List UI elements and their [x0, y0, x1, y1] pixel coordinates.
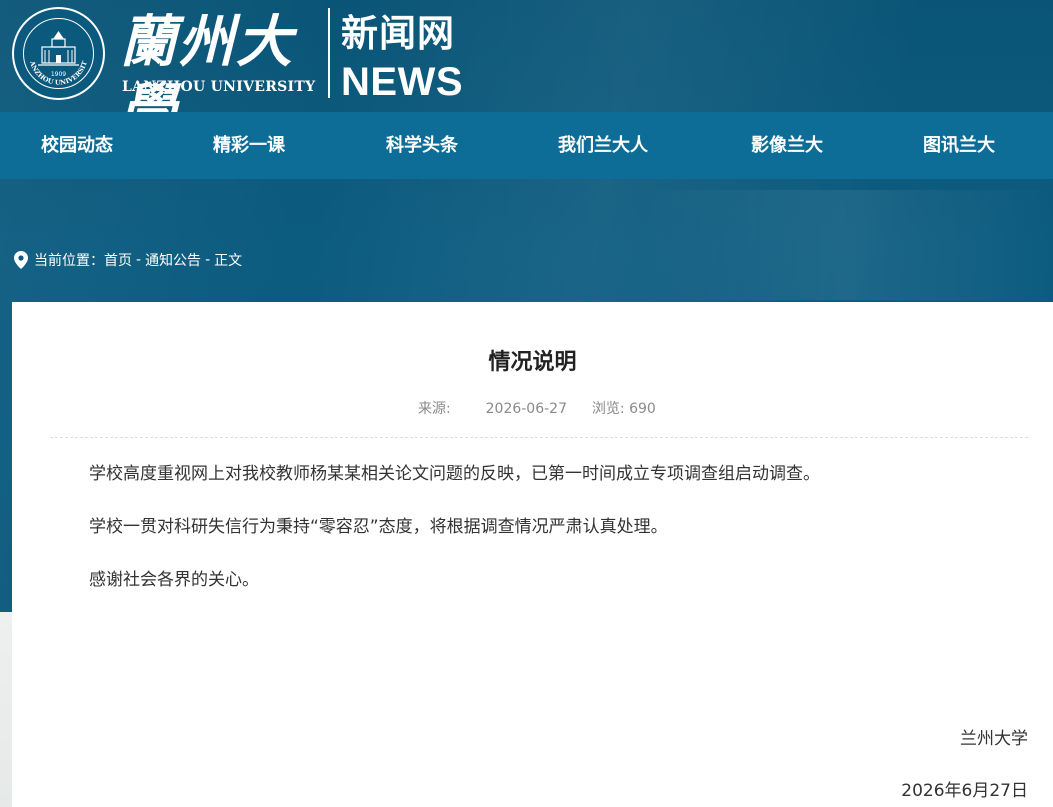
university-seal-icon[interactable]: 1909 LANZHOU UNIVERSITY [12, 7, 105, 100]
logo-divider [328, 8, 330, 98]
breadcrumb-category-link[interactable]: 通知公告 [145, 250, 201, 270]
nav-item-campus-news[interactable]: 校园动态 [41, 112, 113, 179]
site-header: 1909 LANZHOU UNIVERSITY 蘭州大學 LANZHOU UNI… [0, 0, 1053, 143]
breadcrumb: 当前位置： 首页 - 通知公告 - 正文 [14, 250, 242, 270]
article-title: 情况说明 [488, 350, 577, 375]
article-views-label: 浏览: [591, 401, 625, 417]
nav-item-our-people[interactable]: 我们兰大人 [558, 112, 648, 179]
article-sign-date: 2026年6月27日 [901, 781, 1028, 801]
nav-item-images[interactable]: 影像兰大 [751, 112, 823, 179]
article-source-label: 来源: [418, 401, 451, 417]
breadcrumb-current: 正文 [214, 253, 243, 269]
article-views-count: 690 [629, 401, 656, 417]
university-logo-en: LANZHOU UNIVERSITY [122, 79, 316, 95]
article-meta: 来源: 2026-06-27 浏览: 690 [418, 398, 656, 418]
article-date: 2026-06-27 [485, 401, 567, 417]
nav-item-photo-news[interactable]: 图讯兰大 [923, 112, 995, 179]
article-card: 情况说明 来源: 2026-06-27 浏览: 690 学校高度重视网上对我校教… [12, 302, 1053, 807]
breadcrumb-separator: - [136, 252, 142, 268]
background-decoration [640, 190, 1053, 300]
nav-item-wonderful-lesson[interactable]: 精彩一课 [213, 112, 285, 179]
article-paragraph: 学校高度重视网上对我校教师杨某某相关论文问题的反映，已第一时间成立专项调查组启动… [89, 464, 820, 484]
breadcrumb-prefix: 当前位置： [34, 253, 104, 269]
main-nav: 校园动态 精彩一课 科学头条 我们兰大人 影像兰大 图讯兰大 [0, 112, 1053, 179]
site-name[interactable]: 新闻网 [341, 12, 455, 56]
seal-year: 1909 [51, 71, 66, 78]
meta-divider [50, 437, 1028, 438]
breadcrumb-home-link[interactable]: 首页 [104, 250, 132, 270]
site-name-en[interactable]: NEWS [341, 60, 463, 104]
article-paragraph: 学校一贯对科研失信行为秉持“零容忍”态度，将根据调查情况严肃认真处理。 [89, 517, 668, 537]
breadcrumb-separator: - [205, 252, 211, 268]
article-paragraph: 感谢社会各界的关心。 [89, 570, 259, 590]
location-pin-icon [14, 251, 28, 269]
nav-item-science-headlines[interactable]: 科学头条 [386, 112, 458, 179]
article-signature: 兰州大学 [960, 729, 1028, 749]
university-logo-cn[interactable]: 蘭州大學 [120, 8, 320, 143]
